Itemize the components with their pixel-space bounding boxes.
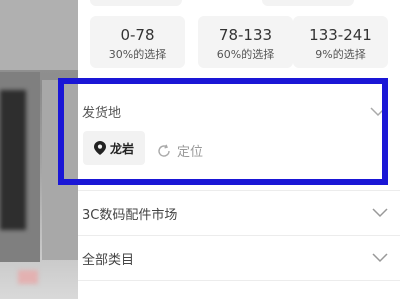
- blurred-background: [0, 0, 78, 299]
- price-range-value: 0-78: [120, 26, 155, 44]
- top-option-partial[interactable]: [90, 0, 182, 6]
- locate-button[interactable]: 定位: [157, 141, 203, 160]
- price-range-value: 133-241: [309, 26, 372, 44]
- category-row-label[interactable]: 全部类目: [82, 249, 134, 268]
- top-option-partial[interactable]: [262, 0, 354, 6]
- divider: [78, 280, 400, 281]
- locate-label: 定位: [177, 145, 204, 160]
- current-location-chip[interactable]: 龙岩: [83, 131, 145, 165]
- price-range-percent: 30%的选择: [108, 48, 167, 61]
- divider: [78, 190, 400, 191]
- price-range-card[interactable]: 0-78 30%的选择: [90, 16, 185, 68]
- price-range-percent: 9%的选择: [315, 48, 366, 61]
- chevron-down-icon[interactable]: [372, 253, 388, 263]
- price-range-card[interactable]: 78-133 60%的选择: [198, 16, 293, 68]
- filter-panel: 0-78 30%的选择 78-133 60%的选择 133-241 9%的选择 …: [78, 0, 400, 299]
- price-range-percent: 60%的选择: [216, 48, 275, 61]
- map-pin-icon: [93, 141, 106, 155]
- ship-from-title: 发货地: [82, 106, 122, 121]
- category-row-label[interactable]: 3C数码配件市场: [82, 204, 177, 223]
- current-location-label: 龙岩: [109, 141, 134, 156]
- price-range-card[interactable]: 133-241 9%的选择: [293, 16, 388, 68]
- chevron-down-icon[interactable]: [370, 107, 386, 117]
- refresh-icon: [158, 144, 170, 157]
- chevron-down-icon[interactable]: [372, 208, 388, 218]
- divider: [78, 235, 400, 236]
- price-range-value: 78-133: [218, 26, 273, 44]
